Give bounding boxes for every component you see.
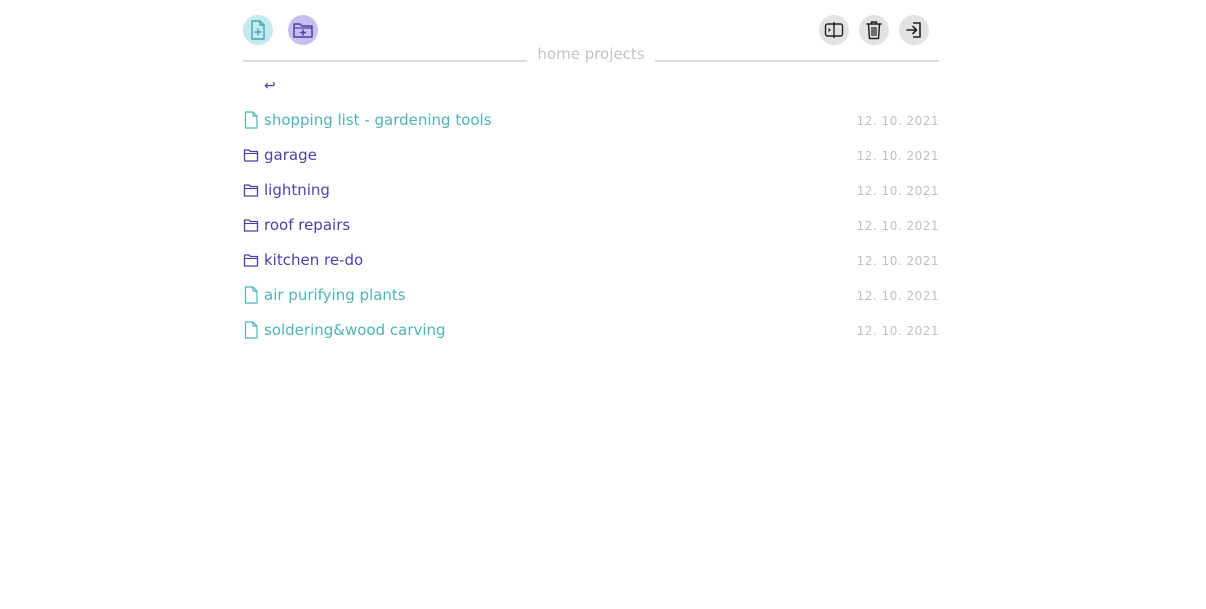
back-button[interactable]: ↩	[264, 76, 276, 96]
folder-icon	[243, 219, 259, 232]
item-date: 12. 10. 2021	[856, 254, 939, 268]
file-browser: home projects ↩ shopping list - gardenin…	[243, 0, 939, 339]
item-name: garage	[264, 146, 317, 164]
new-folder-icon	[293, 23, 313, 38]
folder-title: home projects	[537, 45, 645, 63]
folder-icon	[243, 254, 259, 267]
title-divider-right	[655, 60, 939, 62]
item-list: shopping list - gardening tools 12. 10. …	[243, 110, 939, 355]
trash-icon	[866, 21, 882, 40]
list-item[interactable]: soldering&wood carving 12. 10. 2021	[243, 320, 939, 355]
item-name: soldering&wood carving	[264, 321, 446, 339]
item-name: lightning	[264, 181, 330, 199]
list-item[interactable]: lightning 12. 10. 2021	[243, 180, 939, 215]
split-view-icon	[824, 22, 844, 38]
item-date: 12. 10. 2021	[856, 219, 939, 233]
new-folder-button[interactable]	[288, 15, 318, 45]
folder-icon	[243, 149, 259, 162]
new-file-button[interactable]	[243, 15, 273, 45]
list-item[interactable]: kitchen re-do 12. 10. 2021	[243, 250, 939, 285]
item-date: 12. 10. 2021	[856, 289, 939, 303]
list-item[interactable]: garage 12. 10. 2021	[243, 145, 939, 180]
list-item[interactable]: shopping list - gardening tools 12. 10. …	[243, 110, 939, 145]
item-name: roof repairs	[264, 216, 351, 234]
back-arrow-icon: ↩	[264, 78, 276, 94]
list-item[interactable]: air purifying plants 12. 10. 2021	[243, 285, 939, 320]
item-name: air purifying plants	[264, 286, 406, 304]
folder-title-row: home projects	[243, 44, 939, 64]
item-name: shopping list - gardening tools	[264, 111, 492, 129]
item-date: 12. 10. 2021	[856, 184, 939, 198]
list-item[interactable]: roof repairs 12. 10. 2021	[243, 215, 939, 250]
file-icon	[244, 286, 258, 304]
title-divider-left	[243, 60, 527, 62]
file-icon	[244, 321, 258, 339]
item-date: 12. 10. 2021	[856, 324, 939, 338]
new-file-icon	[251, 20, 265, 40]
file-icon	[244, 111, 258, 129]
item-date: 12. 10. 2021	[856, 149, 939, 163]
item-name: kitchen re-do	[264, 251, 364, 269]
folder-icon	[243, 184, 259, 197]
item-date: 12. 10. 2021	[856, 114, 939, 128]
trash-button[interactable]	[859, 15, 889, 45]
exit-icon	[906, 22, 921, 38]
toolbar: home projects	[243, 0, 939, 63]
split-view-button[interactable]	[819, 15, 849, 45]
exit-button[interactable]	[899, 15, 929, 45]
